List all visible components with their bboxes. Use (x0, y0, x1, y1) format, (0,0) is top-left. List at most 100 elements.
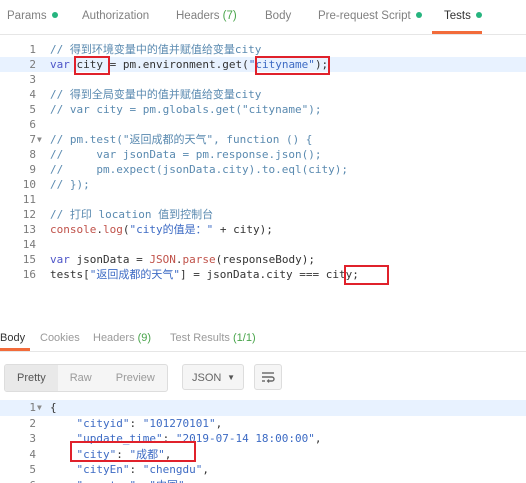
view-mode-raw-button[interactable]: Raw (58, 365, 104, 391)
code-token: // 得到环境变量中的值并赋值给变量city (50, 43, 262, 56)
code-token: log (102, 223, 123, 236)
line-number: 10 (22, 178, 36, 191)
code-line[interactable]: 5 // var city = pm.globals.get("cityname"… (0, 102, 526, 117)
code-token: tests[ (50, 268, 90, 281)
code-token: + city); (213, 223, 273, 236)
caret-down-icon: ▼ (227, 373, 235, 382)
wrap-lines-icon (262, 372, 275, 383)
line-number: 5 (29, 463, 36, 476)
active-tab-indicator (432, 31, 482, 34)
code-line[interactable]: 16 tests["返回成都的天气"] = jsonData.city === c… (0, 267, 526, 282)
code-line[interactable]: 12 // 打印 location 值到控制台 (0, 207, 526, 222)
line-number: 13 (22, 223, 36, 236)
code-token: "返回成都的天气" (89, 268, 180, 281)
code-token: . (96, 223, 103, 236)
code-token: jsonData = (76, 253, 150, 266)
wrap-lines-button[interactable] (254, 364, 282, 390)
code-text: // var jsonData = pm.response.json(); (50, 147, 322, 162)
code-line[interactable]: 13 console.log("city的值是：" + city); (0, 222, 526, 237)
line-number: 1 (29, 43, 36, 56)
highlight-box-city-value (70, 441, 196, 462)
code-line[interactable]: 7 ▼ // pm.test("返回成都的天气", function () { (0, 132, 526, 147)
code-token: "2019-07-14 18:00:00" (175, 432, 315, 445)
code-line[interactable]: 10 // }); (0, 177, 526, 192)
format-select[interactable]: JSON ▼ (182, 364, 244, 390)
code-text: // 得到环境变量中的值并赋值给变量city (50, 42, 261, 57)
code-line[interactable]: 2 "cityid": "101270101", (0, 416, 526, 432)
tab-tests[interactable]: Tests (444, 10, 482, 22)
response-toolbar: Pretty Raw Preview JSON ▼ (0, 360, 526, 392)
tab-pre-request-script[interactable]: Pre-request Script (318, 10, 422, 22)
fold-toggle-icon[interactable]: ▼ (37, 132, 42, 147)
code-token: (responseBody); (215, 253, 315, 266)
code-token: "chengdu" (142, 463, 203, 476)
code-token: "city的值是：" (129, 223, 214, 236)
code-token: = pm.environment.get( (103, 58, 249, 71)
tab-test-results[interactable]: Test Results (1/1) (170, 332, 256, 344)
code-token: console (50, 223, 97, 236)
line-number: 16 (22, 268, 36, 281)
tests-script-editor[interactable]: 1// 得到环境变量中的值并赋值给变量city 2 var city = pm.en… (0, 40, 526, 290)
code-text: var jsonData = JSON.parse(responseBody); (50, 252, 315, 267)
modified-dot-icon (475, 12, 482, 18)
code-line[interactable]: 14 (0, 237, 526, 252)
view-mode-preview-button[interactable]: Preview (104, 365, 167, 391)
tab-body[interactable]: Body (265, 10, 291, 22)
line-number: 8 (29, 148, 36, 161)
line-number: 3 (29, 432, 36, 445)
code-line[interactable]: 15 var jsonData = JSON.parse(responseBody… (0, 252, 526, 267)
code-token: // }); (50, 178, 90, 191)
code-token: , (314, 432, 322, 445)
code-text: // }); (50, 177, 90, 192)
line-number: 6 (0, 478, 36, 483)
tab-response-headers[interactable]: Headers (9) (93, 332, 151, 344)
active-response-tab-indicator (0, 348, 30, 351)
code-text: // pm.expect(jsonData.city).to.eql(city)… (50, 162, 348, 177)
fold-toggle-icon[interactable]: ▼ (37, 400, 42, 416)
code-line[interactable]: 1 // 得到环境变量中的值并赋值给变量city (0, 42, 526, 57)
view-mode-pretty-button[interactable]: Pretty (5, 365, 58, 391)
tab-authorization[interactable]: Authorization (82, 10, 149, 22)
tab-response-body[interactable]: Body (0, 332, 25, 344)
code-token: // var city = pm.globals.get("cityname")… (50, 103, 322, 116)
code-text: "cityEn": "chengdu", (50, 462, 209, 478)
code-line[interactable]: 1 ▼ { (0, 400, 526, 416)
code-line[interactable]: 4 // 得到全局变量中的值并赋值给变量city (0, 87, 526, 102)
response-tabs: Body Cookies Headers (9) Test Results (1… (0, 325, 526, 352)
code-token: ] = jsonData.city === (180, 268, 326, 281)
request-tabs: Params Authorization Headers (7) Body Pr… (0, 0, 526, 35)
code-line[interactable]: 9 // pm.expect(jsonData.city).to.eql(city… (0, 162, 526, 177)
code-text: // 得到全局变量中的值并赋值给变量city (50, 87, 261, 102)
code-token: "country" (77, 479, 137, 483)
code-token: { (50, 401, 57, 414)
code-token: , (202, 463, 209, 476)
code-token: // var jsonData = pm.response.json(); (50, 148, 322, 161)
code-token: "中国" (149, 479, 184, 483)
line-number: 1 (29, 401, 36, 414)
code-line[interactable]: 8 // var jsonData = pm.response.json(); (0, 147, 526, 162)
code-line[interactable]: 6 (0, 117, 526, 132)
code-line[interactable]: 6 "country": "中国", (0, 478, 526, 483)
tab-response-cookies[interactable]: Cookies (40, 332, 80, 344)
line-number: 5 (29, 103, 36, 116)
line-number: 3 (29, 73, 36, 86)
code-text: tests["返回成都的天气"] = jsonData.city === cit… (50, 267, 359, 282)
view-mode-group: Pretty Raw Preview (4, 364, 168, 392)
code-token: var (50, 253, 77, 266)
tab-params[interactable]: Params (7, 10, 58, 22)
tab-headers[interactable]: Headers (7) (176, 10, 237, 22)
code-line[interactable]: 11 (0, 192, 526, 207)
code-text: { (50, 400, 57, 416)
code-token: // 打印 location 值到控制台 (50, 208, 214, 221)
line-number: 11 (22, 193, 36, 206)
code-text: // var city = pm.globals.get("cityname")… (50, 102, 322, 117)
modified-dot-icon (415, 12, 422, 18)
code-text: "country": "中国", (50, 478, 192, 483)
code-token: : (136, 479, 149, 483)
code-text: // pm.test("返回成都的天气", function () { (50, 132, 312, 147)
modified-dot-icon (51, 12, 58, 18)
code-line[interactable]: 5 "cityEn": "chengdu", (0, 462, 526, 478)
